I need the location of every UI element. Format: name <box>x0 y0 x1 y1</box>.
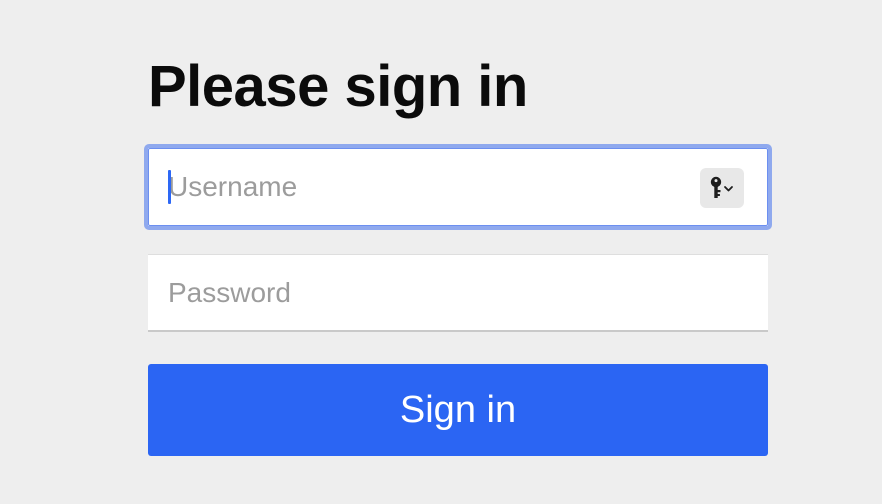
sign-in-button[interactable]: Sign in <box>148 364 768 456</box>
text-cursor <box>168 170 171 204</box>
key-icon <box>710 176 733 198</box>
username-field-wrapper <box>144 144 772 230</box>
page-title: Please sign in <box>148 54 528 119</box>
password-input[interactable] <box>148 255 768 330</box>
password-field-wrapper <box>148 254 768 332</box>
password-manager-button[interactable] <box>700 168 744 208</box>
chevron-down-icon <box>724 186 733 192</box>
focus-outline <box>148 148 768 226</box>
